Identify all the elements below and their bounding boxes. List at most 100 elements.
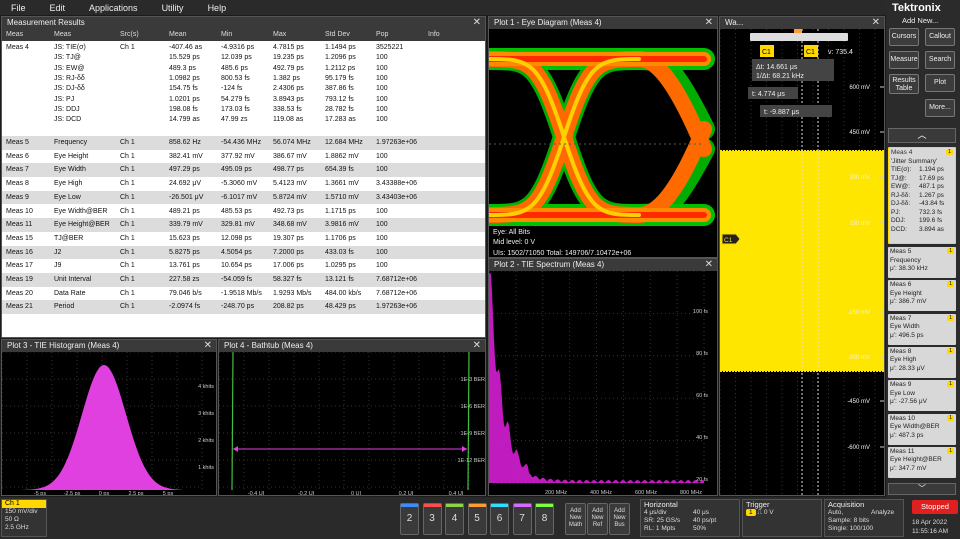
channel-number: 8 [541,513,548,524]
measurement-results-title: Measurement Results [7,18,85,27]
close-icon[interactable]: ✕ [473,17,481,29]
add-new-bus-button[interactable]: Add New Bus [609,503,630,535]
table-row[interactable]: Meas 6 Eye Height Ch 1 382.41 mV 377.92 mV 38… [2,150,485,164]
search-button[interactable]: Search [925,51,955,69]
table-row[interactable]: Meas 10 Eye Width@BER Ch 1 489.21 ps 485.53 … [2,205,485,219]
meas4-src: Ch 1 [120,44,135,51]
header-info[interactable]: Info [428,29,440,41]
channel-7-button[interactable]: 7 [512,503,532,535]
close-icon[interactable]: ✕ [872,17,880,29]
table-row[interactable]: Meas 5 Frequency Ch 1 858.62 Hz -54.436 MHz 5… [2,136,485,150]
menu-utility[interactable]: Utility [151,3,197,13]
menu-help[interactable]: Help [197,3,240,13]
meas4-card-line: PJ: 732.3 fs [891,209,953,218]
close-icon[interactable]: ✕ [705,259,713,271]
table-row[interactable]: Meas 15 TJ@BER Ch 1 15.623 ps 12.098 ps 19.30… [2,232,485,246]
table-row[interactable]: Meas 7 Eye Width Ch 1 497.29 ps 495.09 ps 498… [2,163,485,177]
plot2-tie-spectrum: Plot 2 - TIE Spectrum (Meas 4) ✕ 100 fs 80… [488,258,718,496]
table-row[interactable]: Meas 21 Period Ch 1 -2.0974 fs -248.70 ps 208… [2,300,485,314]
close-icon[interactable]: ✕ [473,340,481,352]
header-std-dev[interactable]: Std Dev [325,29,350,41]
table-cell: Ch 1 [120,289,135,297]
channel-6-button[interactable]: 6 [490,503,509,535]
meas4-card-line: DJ-δδ: -43.84 fs [891,200,953,209]
meas4-card-value: 17.69 ps [919,174,944,182]
header-pop[interactable]: Pop [376,29,388,41]
scroll-up-button[interactable]: ︿ [888,128,956,143]
header-src[interactable]: Src(s) [120,29,139,41]
menu-file[interactable]: File [0,3,39,13]
meas4-std-cell: 387.86 fs [325,85,354,93]
close-icon[interactable]: ✕ [204,340,212,352]
more-button[interactable]: More... [925,99,955,117]
meas-card-text: μ': 496.5 ps [890,331,924,339]
add-new-math-button[interactable]: Add New Math [565,503,586,535]
ch1-bandwidth: 2.5 GHz [5,524,29,531]
meas4-std-cell: 28.782 fs [325,105,354,113]
table-cell: 858.62 Hz [169,139,201,146]
stopped-button[interactable]: Stopped [912,500,958,514]
meas-card[interactable]: Meas 11 Eye Height@BER μ': 347.7 mV 1 [888,446,956,478]
meas4-card[interactable]: Meas 4 'Jitter Summary' TIE(σ): 1.194 ps T… [888,147,956,244]
x-tick-label: 0 UI [351,491,362,496]
channel-8-button[interactable]: 8 [535,503,554,535]
meas-card[interactable]: Meas 9 Eye Low μ': -27.56 μV 1 [888,380,956,412]
menu-edit[interactable]: Edit [39,3,79,13]
cursors-button[interactable]: Cursors [889,28,919,46]
meas-card[interactable]: Meas 6 Eye Height μ': 386.7 mV 1 [888,280,956,312]
header-meas[interactable]: Meas [6,29,23,41]
measure-button[interactable]: Measure [889,51,919,69]
header-min[interactable]: Min [221,29,232,41]
channel-3-button[interactable]: 3 [422,503,442,535]
table-cell: 12.684 MHz [325,139,363,146]
ch1-badge: 1 [947,314,954,321]
plot-button[interactable]: Plot [925,74,955,92]
table-row[interactable]: Meas 11 Eye Height@BER Ch 1 339.79 mV 329.81… [2,218,485,232]
menu-applications[interactable]: Applications [78,3,151,13]
meas-card[interactable]: Meas 10 Eye Width@BER μ': 487.3 ps 1 [888,413,956,445]
meas4-mean-cell: 198.08 fs [169,105,198,113]
table-cell: 1.5710 mV [325,193,359,201]
meas-card[interactable]: Meas 7 Eye Width μ': 496.5 ps 1 [888,313,956,345]
scroll-down-button[interactable]: ﹀ [888,483,956,495]
table-row[interactable]: Meas 20 Data Rate Ch 1 79.046 b/s -1.9518 Mb… [2,287,485,301]
channel-5-button[interactable]: 5 [467,503,487,535]
meas4-card-value: 199.6 fs [919,217,943,224]
horizontal-panel[interactable]: Horizontal 4 μs/div 40 μs SR: 25 GS/s 40 p… [640,499,740,537]
channel-4-button[interactable]: 4 [445,503,464,535]
channel-color-bar [401,504,418,507]
y-axis-label: -150 mV [847,310,870,316]
y-tick-label: 60 fs [696,393,708,399]
meas4-pop-cell: 100 [376,85,388,93]
meas4-min-cell: 485.6 ps [221,64,248,72]
trigger-panel[interactable]: Trigger 1 ⎍ 0 V [742,499,822,537]
table-row[interactable]: Meas 19 Unit Interval Ch 1 227.58 zs -54.059… [2,273,485,287]
acquisition-panel[interactable]: Acquisition Auto, Analyze Sample: 8 bits … [824,499,904,537]
add-new-ref-button[interactable]: Add New Ref [587,503,608,535]
close-icon[interactable]: ✕ [705,17,713,29]
meas4-mean-cell: 1.0982 ps [169,74,200,82]
table-cell: Meas 15 [6,234,33,242]
channel-2-button[interactable]: 2 [400,503,419,535]
meas4-row[interactable]: Meas 4 Ch 1 JS: TIE(σ) JS: TJ@ JS: EW@ JS: … [2,42,485,135]
results-table-label: Results Table [892,77,916,92]
acquisition-single: Single: 100/100 [828,525,874,532]
meas-card-text: Meas 6 [890,281,912,289]
table-row[interactable]: Meas 8 Eye High Ch 1 24.692 μV -5.3060 mV 5.4… [2,177,485,191]
results-table-button[interactable]: Results Table [889,74,919,94]
table-row[interactable]: Meas 16 J2 Ch 1 5.8275 ps 4.5054 ps 7.2000 ps… [2,245,485,260]
header-max[interactable]: Max [273,29,286,41]
waveform-display[interactable]: C1 C1 v: 735.4 Δt: 14.661 μs 1/Δt: 68.21 kHz… [720,29,885,496]
header-meas-name[interactable]: Meas [54,29,71,41]
table-row[interactable]: Meas 9 Eye Low Ch 1 -26.501 μV -6.1017 mV 5.8… [2,190,485,205]
meas-card[interactable]: Meas 8 Eye High μ': 28.33 μV 1 [888,346,956,378]
meas-card[interactable]: Meas 5 Frequency μ': 38.30 kHz 1 [888,247,956,278]
header-mean[interactable]: Mean [169,29,187,41]
table-cell: 100 [376,221,388,229]
callout-button[interactable]: Callout [925,28,955,46]
ch1-badge-panel[interactable]: Ch 1 150 mV/div 50 Ω 2.5 GHz [1,499,47,537]
x-tick-label: -5 ps [34,491,46,496]
acquisition-title: Acquisition [828,500,865,509]
table-row[interactable]: Meas 17 J9 Ch 1 13.761 ps 10.654 ps 17.006 ps… [2,259,485,273]
table-cell: Meas 8 [6,180,29,188]
